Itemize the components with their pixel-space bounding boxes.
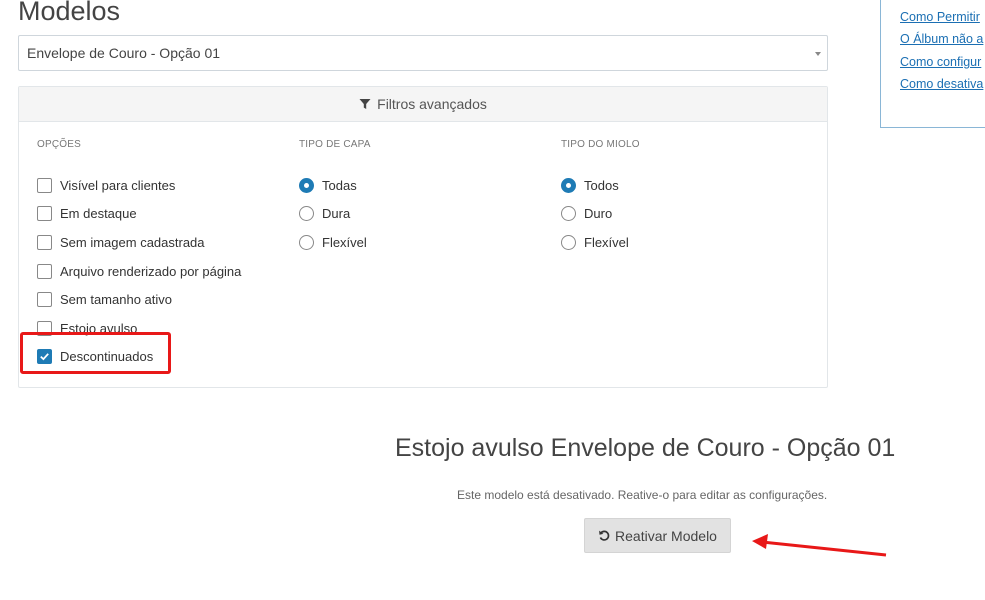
filter-icon: [359, 99, 371, 109]
core-type-column: TIPO DO MIOLO Todos Duro Flexível: [561, 139, 640, 257]
option-label: Todos: [584, 177, 619, 193]
annotation-highlight-box: [20, 332, 171, 374]
checkbox[interactable]: [37, 206, 52, 222]
core-type-column-label: TIPO DO MIOLO: [561, 139, 640, 150]
model-title: Estojo avulso Envelope de Couro - Opção …: [395, 434, 896, 462]
option-rendered-per-page[interactable]: Arquivo renderizado por página: [37, 257, 241, 286]
advanced-filters-toggle[interactable]: Filtros avançados: [19, 87, 827, 122]
cover-type-column: TIPO DE CAPA Todas Dura Flexível: [299, 139, 371, 257]
help-link-2[interactable]: O Álbum não a: [900, 31, 983, 47]
radio-selected[interactable]: [561, 177, 576, 193]
option-no-image[interactable]: Sem imagem cadastrada: [37, 228, 241, 257]
option-label: Todas: [322, 177, 357, 193]
core-type-hard[interactable]: Duro: [561, 200, 640, 229]
model-disabled-message: Este modelo está desativado. Reative-o p…: [457, 488, 828, 502]
radio[interactable]: [561, 234, 576, 250]
option-label: Duro: [584, 206, 613, 222]
radio-selected[interactable]: [299, 177, 314, 193]
option-label: Visível para clientes: [60, 177, 176, 193]
option-featured[interactable]: Em destaque: [37, 200, 241, 229]
checkbox[interactable]: [37, 292, 52, 308]
cover-type-all[interactable]: Todas: [299, 171, 371, 200]
core-type-all[interactable]: Todos: [561, 171, 640, 200]
options-column-label: OPÇÕES: [37, 139, 81, 150]
option-label: Dura: [322, 206, 351, 222]
advanced-filters-label: Filtros avançados: [377, 96, 487, 112]
cover-type-hard[interactable]: Dura: [299, 200, 371, 229]
option-label: Flexível: [584, 234, 629, 250]
option-label: Sem imagem cadastrada: [60, 234, 205, 250]
option-no-active-size[interactable]: Sem tamanho ativo: [37, 285, 241, 314]
option-label: Em destaque: [60, 206, 137, 222]
option-label: Sem tamanho ativo: [60, 292, 173, 308]
page-title: Modelos: [18, 0, 121, 26]
radio[interactable]: [561, 206, 576, 222]
annotation-arrow: [752, 534, 887, 557]
model-select[interactable]: Envelope de Couro - Opção 01: [18, 35, 828, 71]
reactivate-model-label: Reativar Modelo: [615, 527, 717, 544]
radio[interactable]: [299, 206, 314, 222]
checkbox[interactable]: [37, 234, 52, 250]
model-select-value: Envelope de Couro - Opção 01: [27, 45, 221, 61]
checkbox[interactable]: [37, 177, 52, 193]
help-link-4[interactable]: Como desativa: [900, 76, 983, 92]
cover-type-flexible[interactable]: Flexível: [299, 228, 371, 257]
checkbox[interactable]: [37, 263, 52, 279]
cover-type-column-label: TIPO DE CAPA: [299, 139, 371, 150]
help-link-1[interactable]: Como Permitir: [900, 9, 980, 25]
option-label: Arquivo renderizado por página: [60, 263, 242, 279]
help-link-3[interactable]: Como configur: [900, 54, 981, 70]
option-visible-for-clients[interactable]: Visível para clientes: [37, 171, 241, 200]
undo-icon: [599, 530, 610, 541]
reactivate-model-button[interactable]: Reativar Modelo: [584, 518, 731, 553]
chevron-down-icon: [815, 52, 821, 56]
radio[interactable]: [299, 234, 314, 250]
core-type-flexible[interactable]: Flexível: [561, 228, 640, 257]
option-label: Flexível: [322, 234, 367, 250]
